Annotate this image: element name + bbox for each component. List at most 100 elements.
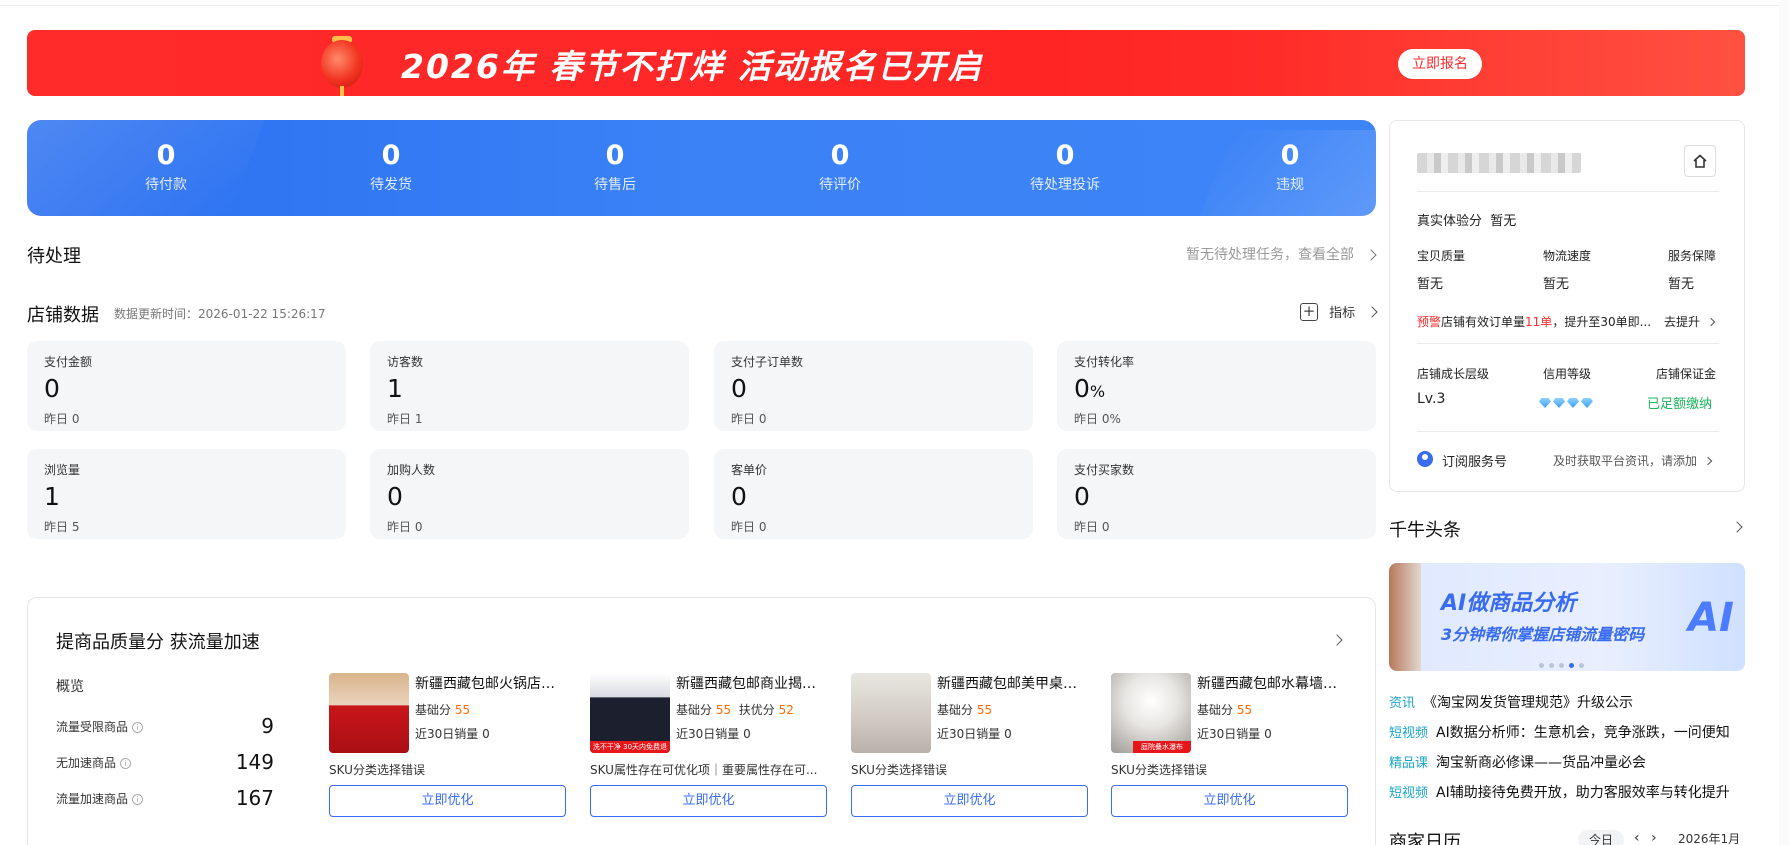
product-issue: SKU分类选择错误 — [329, 763, 425, 777]
diamond-icon — [1567, 398, 1579, 408]
quality-row-limited[interactable]: 流量受限商品 i 9 — [56, 714, 274, 738]
status-label: 待售后 — [594, 177, 636, 193]
metric-value: 1 — [387, 374, 403, 403]
chevron-right-icon[interactable] — [1331, 634, 1343, 646]
quality-row-no-boost[interactable]: 无加速商品 i 149 — [56, 750, 274, 774]
product-thumbnail[interactable]: 洗不干净 30天内免费退 — [590, 673, 670, 753]
product-name[interactable]: 新疆西藏包邮商业揭盖... — [676, 673, 828, 693]
carousel-dot — [1559, 663, 1564, 668]
quality-row-boosted[interactable]: 流量加速商品 i 167 — [56, 786, 274, 810]
metric-card-avg-order-value[interactable]: 客单价 0 昨日 0 — [714, 449, 1033, 539]
credit-level-label: 信用等级 — [1543, 367, 1592, 381]
subscribe-hint[interactable]: 及时获取平台资讯，请添加 — [1553, 452, 1713, 469]
chevron-right-icon — [1366, 305, 1378, 318]
optimize-button[interactable]: 立即优化 — [1111, 785, 1348, 817]
product-thumbnail[interactable] — [851, 673, 931, 753]
status-after-sales[interactable]: 0 待售后 — [535, 140, 695, 194]
status-pending-shipment[interactable]: 0 待发货 — [311, 140, 471, 194]
product-sales: 近30日销量 0 — [415, 727, 490, 741]
prev-month-icon[interactable]: ‹ — [1634, 830, 1640, 845]
carousel-dot — [1539, 663, 1544, 668]
status-count: 0 — [156, 140, 176, 171]
status-violations[interactable]: 0 违规 — [1210, 140, 1370, 194]
product-sales: 近30日销量 0 — [676, 727, 751, 741]
metric-title: 支付转化率 — [1074, 355, 1135, 369]
metric-card-visitors[interactable]: 访客数 1 昨日 1 — [370, 341, 689, 431]
metric-value: 0% — [1074, 374, 1106, 403]
optimize-button[interactable]: 立即优化 — [851, 785, 1088, 817]
optimize-button[interactable]: 立即优化 — [329, 785, 566, 817]
status-label: 待处理投诉 — [1030, 177, 1100, 193]
news-text: AI辅助接待免费开放，助力客服效率与转化提升 — [1436, 785, 1730, 801]
metric-card-paying-buyers[interactable]: 支付买家数 0 昨日 0 — [1057, 449, 1376, 539]
home-icon — [1693, 154, 1707, 168]
store-data-title: 店铺数据 — [27, 305, 99, 326]
metric-yesterday: 昨日 0 — [731, 520, 767, 534]
metric-value: 0 — [44, 374, 60, 403]
product-scores: 基础分 55 扶优分 52 — [676, 703, 794, 717]
metric-value: 0 — [387, 482, 403, 511]
score-label: 宝贝质量 — [1417, 249, 1466, 263]
next-month-icon[interactable]: › — [1651, 830, 1657, 845]
info-icon: i — [132, 722, 144, 733]
carousel-dot — [1549, 663, 1554, 668]
chevron-right-icon[interactable] — [1731, 521, 1743, 533]
product-scores: 基础分 55 — [1197, 703, 1253, 717]
product-thumbnail[interactable] — [329, 673, 409, 753]
info-icon: i — [132, 794, 144, 805]
improve-link[interactable]: 去提升 — [1664, 313, 1716, 330]
metric-title: 支付买家数 — [1074, 463, 1135, 477]
pending-view-all-link[interactable]: 暂无待处理任务，查看全部 — [1186, 244, 1377, 264]
subscribe-label[interactable]: 订阅服务号 — [1442, 451, 1507, 470]
metric-card-sub-orders[interactable]: 支付子订单数 0 昨日 0 — [714, 341, 1033, 431]
status-pending-payment[interactable]: 0 待付款 — [86, 140, 246, 194]
account-panel: 真实体验分 暂无 宝贝质量 暂无 物流速度 暂无 服务保障 暂无 预警店铺有效订… — [1389, 120, 1745, 492]
news-item[interactable]: 精品课 淘宝新商必修课——货品冲量必会 — [1389, 752, 1745, 772]
carousel-title: AI做商品分析 — [1441, 591, 1577, 616]
home-button[interactable] — [1684, 145, 1716, 177]
metric-card-add-to-cart[interactable]: 加购人数 0 昨日 0 — [370, 449, 689, 539]
status-count: 0 — [605, 140, 625, 171]
metric-card-page-views[interactable]: 浏览量 1 昨日 5 — [27, 449, 346, 539]
metric-value: 0 — [1074, 482, 1090, 511]
carousel-dots[interactable] — [1539, 653, 1589, 668]
metric-title: 客单价 — [731, 463, 768, 477]
product-name[interactable]: 新疆西藏包邮火锅店调... — [415, 673, 567, 693]
metric-card-payment-amount[interactable]: 支付金额 0 昨日 0 — [27, 341, 346, 431]
product-name[interactable]: 新疆西藏包邮美甲桌椅... — [937, 673, 1089, 693]
product-name[interactable]: 新疆西藏包邮水幕墙流... — [1197, 673, 1349, 693]
promo-banner[interactable]: 2026年 春节不打烊 活动报名已开启 立即报名 — [27, 30, 1745, 96]
news-item[interactable]: 短视频 AI数据分析师：生意机会，竞争涨跌，一问便知 — [1389, 722, 1745, 742]
metric-yesterday: 昨日 5 — [44, 520, 80, 534]
news-item[interactable]: 资讯 《淘宝网发货管理规范》升级公示 — [1389, 692, 1745, 712]
info-icon: i — [120, 758, 132, 769]
score-value: 暂无 — [1668, 277, 1695, 292]
score-value: 暂无 — [1543, 277, 1570, 292]
status-pending-review[interactable]: 0 待评价 — [760, 140, 920, 194]
news-title: 千牛头条 — [1389, 520, 1461, 541]
metric-yesterday: 昨日 0 — [731, 412, 767, 426]
thumbnail-caption: 洗不干净 30天内免费退 — [590, 741, 670, 753]
status-complaints[interactable]: 0 待处理投诉 — [985, 140, 1145, 194]
news-tag: 资讯 — [1389, 696, 1416, 711]
news-tag: 短视频 — [1389, 726, 1429, 741]
diamond-icon — [1553, 398, 1565, 408]
chevron-right-icon — [1706, 317, 1716, 327]
product-issue: SKU分类选择错误 — [851, 763, 947, 777]
metric-value: 0 — [731, 482, 747, 511]
today-button[interactable]: 今日 — [1578, 830, 1624, 845]
metrics-button[interactable]: + 指标 — [1300, 301, 1378, 323]
metric-card-conversion-rate[interactable]: 支付转化率 0% 昨日 0% — [1057, 341, 1376, 431]
metric-title: 支付金额 — [44, 355, 93, 369]
news-carousel[interactable]: AI做商品分析 3分钟帮你掌握店铺流量密码 AI — [1389, 563, 1745, 671]
scrollbar[interactable] — [1779, 0, 1789, 845]
news-text: 淘宝新商必修课——货品冲量必会 — [1436, 755, 1647, 771]
product-thumbnail[interactable]: 庭院叠水瀑布 — [1111, 673, 1191, 753]
product-issue: SKU分类选择错误 — [1111, 763, 1207, 777]
register-button[interactable]: 立即报名 — [1398, 49, 1482, 79]
news-item[interactable]: 短视频 AI辅助接待免费开放，助力客服效率与转化提升 — [1389, 782, 1745, 802]
update-time: 数据更新时间：2026-01-22 15:26:17 — [114, 307, 326, 321]
metric-value: 1 — [44, 482, 60, 511]
optimize-button[interactable]: 立即优化 — [590, 785, 827, 817]
quality-title: 提商品质量分 获流量加速 — [56, 632, 260, 653]
